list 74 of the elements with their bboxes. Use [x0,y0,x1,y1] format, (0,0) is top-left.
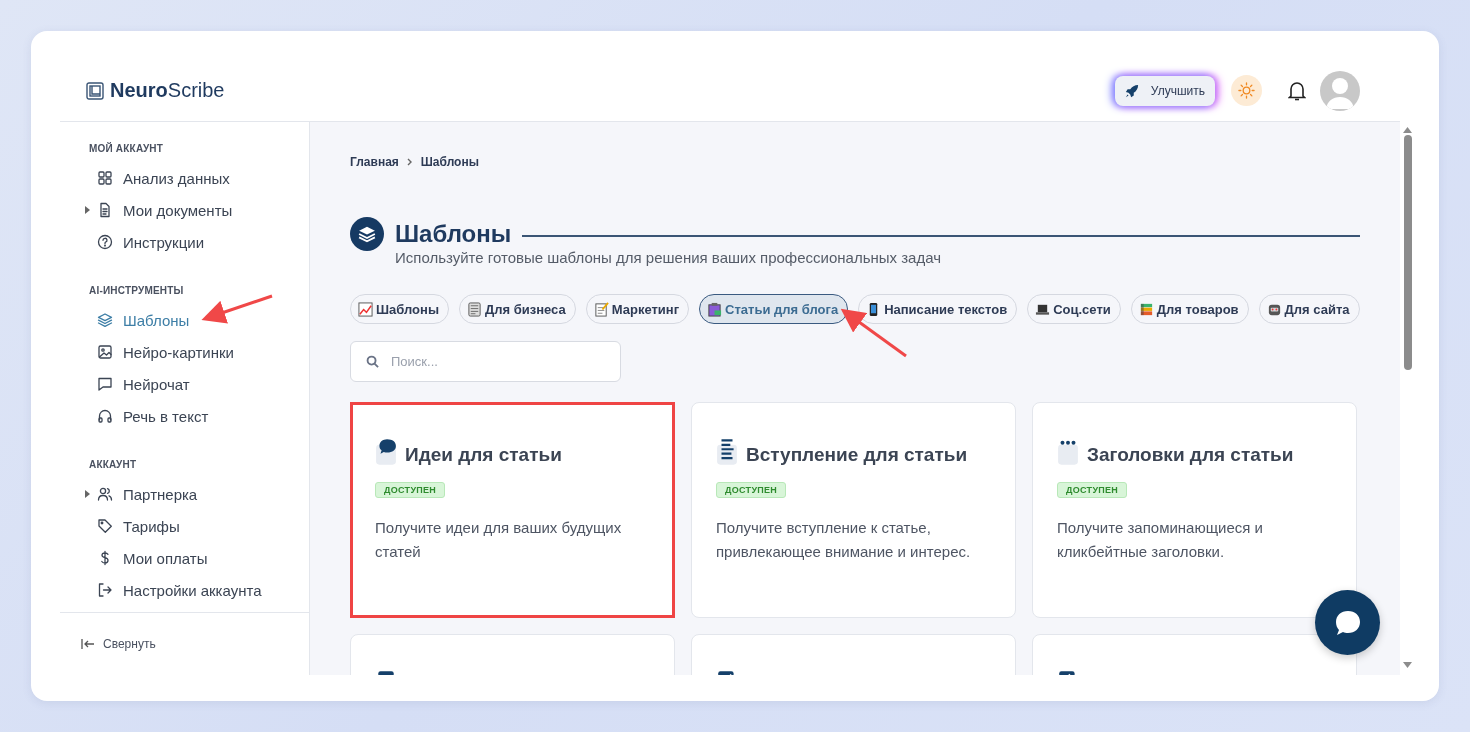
status-badge: ДОСТУПЕН [716,482,787,498]
logo[interactable]: NeuroScribe [86,79,225,102]
chat-icon [97,376,113,392]
layers-icon [97,312,113,328]
filter-chip[interactable]: Для бизнеса [459,294,576,324]
clipboard-icon [707,301,723,317]
card-description: Получите вступление к статье, привлекающее внимание и интерес. [716,518,972,562]
page-title: Шаблоны [395,220,512,248]
sidebar-item[interactable]: Мои оплаты [89,542,208,574]
status-badge: ДОСТУПЕН [375,482,446,498]
chevron-right-icon [406,158,413,166]
people-icon [97,486,113,502]
layers-icon [358,225,376,243]
grid-icon [97,170,113,186]
notepad-icon [593,301,609,317]
newspaper-icon [467,301,482,317]
headphones-icon [97,408,113,424]
exit-icon [97,582,113,598]
filter-chip[interactable]: Соц.сети [1027,294,1121,324]
collapse-icon [81,638,95,650]
sidebar-item[interactable]: Речь в текст [89,400,209,432]
chart-icon [358,301,373,317]
sidebar-item[interactable]: Нейрочат [89,368,190,400]
sidebar-item[interactable]: Шаблоны [89,304,190,336]
sidebar-item[interactable]: Инструкции [89,226,205,258]
theme-toggle[interactable] [1231,75,1262,106]
card-title: Вступление для статьи [746,444,968,466]
section-heading: МОЙ АККАУНТ [89,143,164,154]
sidebar-item[interactable]: Нейро-картинки [89,336,234,368]
collapse-button[interactable]: Свернуть [81,637,156,651]
sun-icon [1238,82,1255,99]
logo-icon [86,81,104,100]
section-heading: AI-ИНСТРУМЕНТЫ [89,285,184,296]
books-icon [1138,301,1154,317]
template-card[interactable]: Вступление для статьи ДОСТУПЕН Получите вступление к статье, привлекающее внимание и интерес. [691,402,1016,618]
dots-icon [1057,438,1079,466]
card-description: Получите идеи для ваших будущих статей [375,518,623,562]
lines-icon [716,438,738,466]
filter-chip[interactable]: Написание текстов [858,294,1018,324]
speech-bubble-icon [375,438,397,466]
card-title: Заголовки для статьи [1087,444,1294,466]
card-title: Идеи для статьи [405,444,562,466]
sidebar-item[interactable]: Анализ данных [89,162,230,194]
filter-chip[interactable]: Для товаров [1130,294,1249,324]
section-heading: АККАУНТ [89,459,137,470]
template-card[interactable]: Идеи для статьи ДОСТУПЕН Получите идеи для ваших будущих статей [350,402,675,618]
search-field[interactable]: Поиск... [350,341,621,382]
annotation-arrow [201,294,273,324]
filter-chip[interactable]: Статьи для блога [699,294,849,324]
page-subtitle: Используйте готовые шаблоны для решения ваших профессиональных задач [395,249,942,266]
template-card[interactable]: Заголовки для статьи ДОСТУПЕН Получите запоминающиеся и кликбейтные заголовки. [1032,402,1357,618]
breadcrumb-current: Шаблоны [420,155,479,169]
logo-text: NeuroScribe [110,79,225,102]
upgrade-button[interactable]: Улучшить [1114,75,1215,106]
document-icon [97,202,113,218]
filter-chip[interactable]: Для сайта [1258,294,1360,324]
status-badge: ДОСТУПЕН [1057,482,1128,498]
notification-bell-icon[interactable] [1288,80,1306,101]
sidebar-item[interactable]: Мои документы [89,194,233,226]
tag-icon [97,518,113,534]
search-icon [366,355,379,368]
sidebar-item[interactable]: Настройки аккаунта [89,574,262,606]
scroll-down-icon[interactable] [1403,662,1412,668]
scroll-thumb[interactable] [1403,135,1412,370]
sidebar-item[interactable]: Тарифы [89,510,180,542]
sidebar-item[interactable]: Партнерка [89,478,198,510]
image-icon [97,344,113,360]
rocket-icon [1124,83,1139,98]
card-description: Получите запоминающиеся и кликбейтные заголовки. [1057,518,1264,562]
breadcrumb-link[interactable]: Главная [350,155,399,169]
question-icon [97,234,113,250]
filter-chip[interactable]: Маркетинг [585,294,690,324]
scroll-up-icon[interactable] [1403,127,1412,133]
filter-chip[interactable]: Шаблоны [350,294,449,324]
